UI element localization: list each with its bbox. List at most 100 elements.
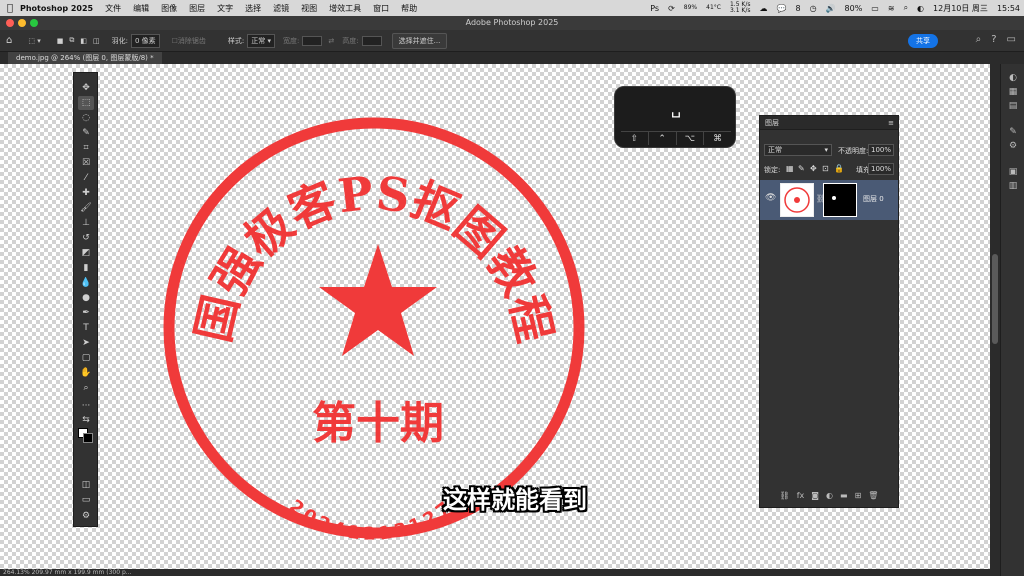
swap-icon[interactable]: ⇄	[328, 37, 334, 45]
share-button[interactable]: 共享	[908, 34, 938, 48]
scroll-thumb[interactable]	[992, 254, 998, 344]
minimize-window-icon[interactable]	[18, 19, 26, 27]
home-icon[interactable]: ⌂	[6, 35, 12, 46]
healing-tool-icon[interactable]: ✚	[78, 186, 94, 200]
panel-menu-icon[interactable]: ≡	[888, 116, 894, 130]
wifi-icon[interactable]: ≋	[888, 4, 895, 13]
menu-select[interactable]: 选择	[245, 3, 261, 14]
libraries-panel-icon[interactable]: ▣	[1007, 166, 1019, 178]
marquee-tool-icon[interactable]: ⬚	[78, 96, 94, 110]
date-time[interactable]: 12月10日 周三	[933, 3, 988, 14]
menu-image[interactable]: 图像	[161, 3, 177, 14]
move-tool-icon[interactable]: ✥	[78, 81, 94, 95]
gradient-tool-icon[interactable]: ▮	[78, 261, 94, 275]
wechat-icon[interactable]: 💬	[777, 4, 787, 13]
visibility-eye-icon[interactable]: 👁	[765, 193, 776, 203]
layers-tab[interactable]: 图层	[765, 119, 779, 127]
layer-name[interactable]: 图层 0	[863, 194, 884, 204]
ps-status-icon[interactable]: Ps	[650, 4, 659, 13]
background-color-swatch[interactable]	[83, 433, 93, 443]
layer-row[interactable]: 👁 ⛓ 图层 0	[760, 180, 898, 220]
feather-input[interactable]: 0 像素	[130, 33, 160, 48]
lasso-tool-icon[interactable]: ◌	[78, 111, 94, 125]
menu-type[interactable]: 文字	[217, 3, 233, 14]
screen-mode-icon[interactable]: ▭	[78, 493, 94, 507]
layer-thumbnail[interactable]	[780, 183, 814, 217]
control-center-icon[interactable]: ◐	[917, 4, 924, 13]
new-layer-icon[interactable]: ⊞	[855, 491, 862, 505]
lock-position-icon[interactable]: ✥	[810, 164, 817, 173]
search-menu-icon[interactable]: ⌕	[904, 3, 908, 13]
stamp-tool-icon[interactable]: ⊥	[78, 216, 94, 230]
blend-mode-select[interactable]: 正常 ▾	[764, 144, 832, 156]
menu-filter[interactable]: 滤镜	[273, 3, 289, 14]
width-input[interactable]	[302, 35, 323, 46]
pen-tool-icon[interactable]: ✒	[78, 306, 94, 320]
opacity-input[interactable]: 100%	[868, 144, 894, 156]
history-brush-tool-icon[interactable]: ↺	[78, 231, 94, 245]
lock-transparency-icon[interactable]: ▦	[786, 164, 794, 173]
vertical-scrollbar[interactable]	[990, 64, 1000, 569]
hand-tool-icon[interactable]: ✋	[78, 366, 94, 380]
shape-tool-icon[interactable]: ▢	[78, 351, 94, 365]
brush-panel-icon[interactable]: ✎	[1007, 126, 1019, 138]
type-tool-icon[interactable]: T	[78, 321, 94, 335]
close-window-icon[interactable]	[6, 19, 14, 27]
new-selection-icon[interactable]: ■	[57, 37, 64, 45]
clock-icon[interactable]: ◷	[810, 4, 817, 13]
color-panel-icon[interactable]: ◐	[1007, 72, 1019, 84]
swatches-panel-icon[interactable]: ▦	[1007, 86, 1019, 98]
clock-time[interactable]: 15:54	[997, 4, 1020, 13]
document-tab[interactable]: demo.jpg @ 264% (图层 0, 图层蒙版/8) *	[8, 52, 162, 64]
intersect-selection-icon[interactable]: ◫	[93, 37, 100, 45]
menu-help[interactable]: 帮助	[401, 3, 417, 14]
eraser-tool-icon[interactable]: ◩	[78, 246, 94, 260]
menu-edit[interactable]: 编辑	[133, 3, 149, 14]
lock-artboard-icon[interactable]: ⊡	[822, 164, 829, 173]
quick-mask-icon[interactable]: ◫	[78, 478, 94, 492]
comments-panel-icon[interactable]: ▤	[1007, 100, 1019, 112]
blur-tool-icon[interactable]: 💧	[78, 276, 94, 290]
height-input[interactable]	[361, 35, 382, 46]
edit-toolbar-icon[interactable]: ⚙	[78, 509, 94, 523]
battery-icon[interactable]: ▭	[871, 4, 879, 13]
app-menu[interactable]: Photoshop 2025	[20, 4, 93, 13]
antialias-checkbox[interactable]: ☐ 消除锯齿	[172, 36, 206, 46]
history-panel-icon[interactable]: ▥	[1007, 180, 1019, 192]
menu-layer[interactable]: 图层	[189, 3, 205, 14]
layer-mask-thumbnail[interactable]	[823, 183, 857, 217]
volume-icon[interactable]: 🔊	[826, 4, 836, 13]
menu-plugins[interactable]: 增效工具	[329, 3, 361, 14]
more-tools-icon[interactable]: ···	[78, 399, 94, 413]
adjustments-panel-icon[interactable]: ⚙	[1007, 140, 1019, 152]
battery-stat[interactable]: 89%	[684, 5, 697, 11]
adjustment-layer-icon[interactable]: ◐	[826, 491, 833, 505]
new-group-icon[interactable]: ▬	[840, 491, 848, 505]
workspace-icon[interactable]: ▭	[1007, 34, 1016, 45]
menu-window[interactable]: 窗口	[373, 3, 389, 14]
layer-style-icon[interactable]: fx	[797, 491, 805, 505]
lock-all-icon[interactable]: 🔒	[834, 164, 844, 173]
net-stat[interactable]: 1.5 K/s 3.1 K/s	[730, 2, 751, 14]
apple-icon[interactable]: 	[0, 3, 20, 14]
eyedropper-tool-icon[interactable]: ⁄	[78, 171, 94, 185]
select-and-mask-button[interactable]: 选择并遮住...	[391, 32, 448, 49]
fill-input[interactable]: 100%	[868, 163, 894, 175]
path-select-tool-icon[interactable]: ➤	[78, 336, 94, 350]
lock-pixels-icon[interactable]: ✎	[798, 164, 805, 173]
brush-tool-icon[interactable]: 🖌	[78, 201, 94, 215]
quick-select-tool-icon[interactable]: ✎	[78, 126, 94, 140]
menu-file[interactable]: 文件	[105, 3, 121, 14]
menu-view[interactable]: 视图	[301, 3, 317, 14]
link-layers-icon[interactable]: ⛓	[780, 491, 790, 505]
style-select[interactable]: 正常 ▾	[247, 33, 276, 48]
dodge-tool-icon[interactable]: ●	[78, 291, 94, 305]
swap-colors-icon[interactable]: ⇆	[78, 413, 94, 427]
zoom-window-icon[interactable]	[30, 19, 38, 27]
frame-tool-icon[interactable]: ☒	[78, 156, 94, 170]
zoom-tool-icon[interactable]: ⌕	[78, 381, 94, 395]
marquee-preset-icon[interactable]: ⬚ ▾	[28, 37, 40, 45]
crop-tool-icon[interactable]: ⌗	[78, 141, 94, 155]
sync-icon[interactable]: ⟳	[668, 4, 675, 13]
cloud-icon[interactable]: ☁	[760, 4, 768, 13]
